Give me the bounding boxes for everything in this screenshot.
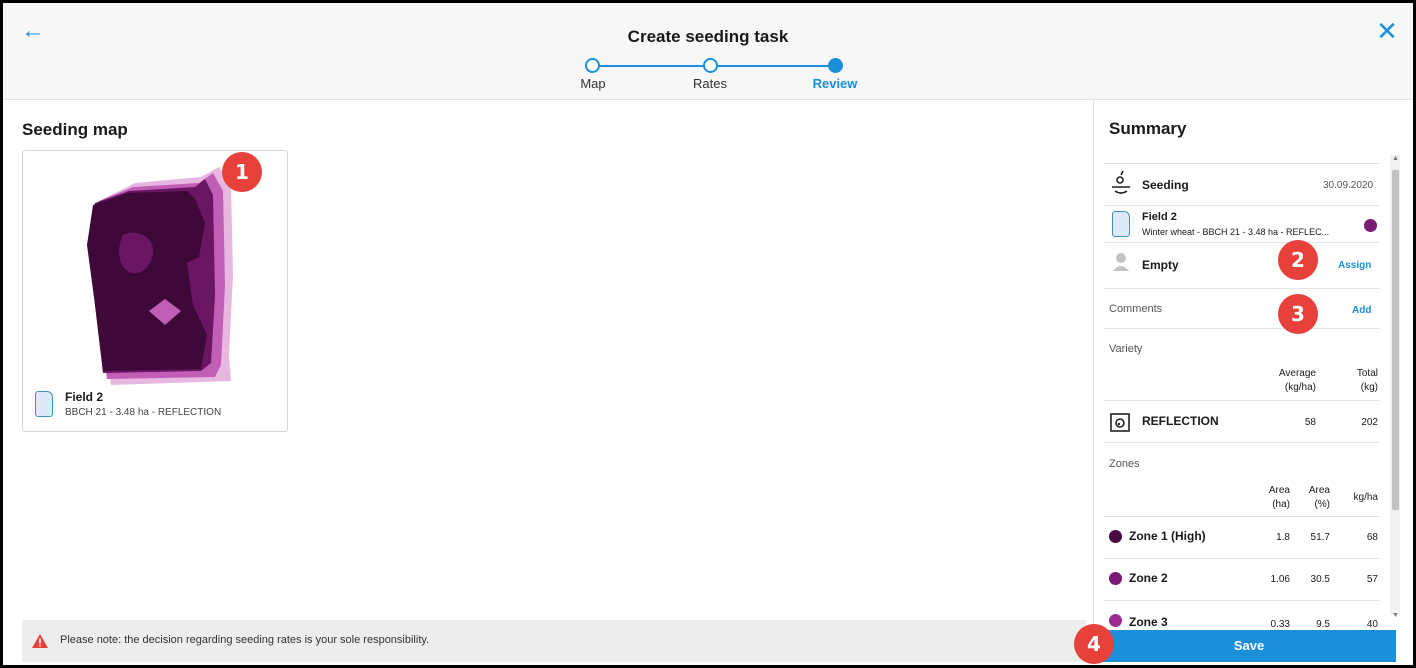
step-dot-map[interactable] (585, 58, 600, 73)
seeding-map-card[interactable]: Field 2 BBCH 21 - 3.48 ha - REFLECTION (22, 150, 288, 432)
step-label-review[interactable]: Review (805, 76, 865, 91)
responsibility-warning: Please note: the decision regarding seed… (22, 620, 1086, 662)
assignee-value: Empty (1142, 258, 1179, 272)
field-color-dot (1364, 219, 1377, 232)
zones-label: Zones (1109, 458, 1140, 470)
callout-badge: 4 (1074, 624, 1114, 664)
zone-name: Zone 3 (1129, 615, 1168, 629)
variety-col-total: Total (kg) (1356, 368, 1378, 393)
section-title-seeding-map: Seeding map (22, 120, 128, 139)
zone-area-pct: 30.5 (1310, 574, 1330, 585)
zone-area-pct: 9.5 (1316, 619, 1330, 630)
scroll-up-arrow-icon[interactable]: ▲ (1392, 155, 1399, 162)
divider (1104, 558, 1380, 559)
step-dot-rates[interactable] (703, 58, 718, 73)
zone-color-dot (1109, 530, 1122, 543)
divider (1104, 442, 1380, 443)
zone-kgha: 57 (1366, 574, 1378, 585)
zone-kgha: 40 (1366, 619, 1378, 630)
step-label-rates[interactable]: Rates (680, 76, 740, 91)
variety-total: 202 (1361, 417, 1378, 428)
zone-color-dot (1109, 614, 1122, 627)
zone-area-ha: 0.33 (1270, 619, 1290, 630)
task-type: Seeding (1142, 178, 1189, 192)
zone-name: Zone 1 (High) (1129, 529, 1206, 543)
header: ← Create seeding task ✕ Map Rates Review (3, 3, 1413, 100)
divider (1104, 516, 1380, 517)
divider (1104, 163, 1380, 164)
zone-area-ha: 1.8 (1276, 532, 1290, 543)
seed-bag-icon (1110, 413, 1130, 432)
variety-col-average: Average (kg/ha) (1278, 368, 1316, 393)
divider (1104, 600, 1380, 601)
close-icon[interactable]: ✕ (1373, 17, 1401, 45)
comments-label: Comments (1109, 303, 1163, 315)
zone-area-ha: 1.06 (1270, 574, 1290, 585)
summary-field-details: Winter wheat - BBCH 21 - 3.48 ha - REFLE… (1142, 227, 1330, 237)
divider (1104, 205, 1380, 206)
callout-badge: 2 (1278, 240, 1318, 280)
seeding-icon (1112, 170, 1130, 194)
zone-name: Zone 2 (1129, 571, 1168, 585)
add-comment-link[interactable]: Add (1352, 305, 1371, 316)
card-field-name: Field 2 (65, 390, 104, 404)
page-title: Create seeding task (627, 27, 789, 46)
user-avatar-icon (1113, 253, 1129, 271)
assign-link[interactable]: Assign (1338, 260, 1371, 271)
divider (1104, 242, 1380, 243)
divider (1104, 328, 1380, 329)
scroll-down-arrow-icon[interactable]: ▼ (1392, 612, 1399, 619)
warning-text: Please note: the decision regarding seed… (60, 634, 430, 646)
zones-col-kgha: kg/ha (1353, 492, 1378, 503)
variety-average: 58 (1304, 417, 1316, 428)
summary-title: Summary (1109, 119, 1187, 138)
zones-col-area-ha: Area (ha) (1268, 485, 1290, 510)
summary-field-name: Field 2 (1142, 211, 1177, 223)
scrollbar-thumb[interactable] (1392, 170, 1399, 510)
task-date: 30.09.2020 (1323, 180, 1374, 191)
card-field-details: BBCH 21 - 3.48 ha - REFLECTION (65, 407, 222, 418)
zone-area-pct: 51.7 (1310, 532, 1330, 543)
step-label-map[interactable]: Map (563, 76, 623, 91)
step-dot-review[interactable] (828, 58, 843, 73)
save-button[interactable]: Save (1102, 630, 1396, 662)
step-connector (723, 65, 843, 67)
seeding-map-image (87, 167, 233, 385)
field-shape-icon (35, 391, 53, 417)
variety-label: Variety (1109, 343, 1143, 355)
callout-badge: 1 (222, 152, 262, 192)
zones-col-area-pct: Area (%) (1308, 485, 1330, 510)
stepper: Map Rates Review (563, 58, 873, 94)
zone-color-dot (1109, 572, 1122, 585)
zone-kgha: 68 (1366, 532, 1378, 543)
divider (1104, 288, 1380, 289)
warning-icon (32, 634, 48, 648)
variety-name: REFLECTION (1142, 414, 1219, 428)
field-shape-icon (1112, 211, 1130, 237)
callout-badge: 3 (1278, 294, 1318, 334)
divider (1104, 400, 1380, 401)
